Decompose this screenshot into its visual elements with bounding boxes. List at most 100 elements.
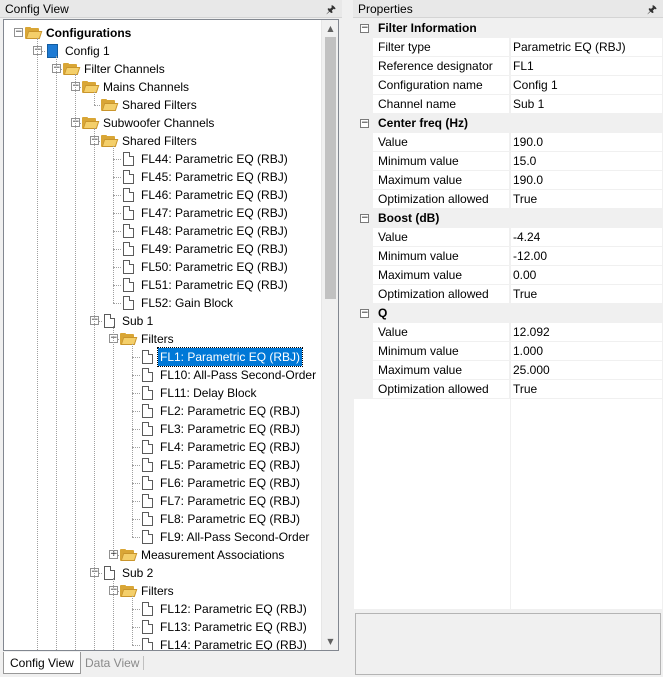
property-value[interactable]: 12.092 [510, 323, 662, 342]
property-row[interactable]: Maximum value 25.000 [354, 361, 662, 380]
tree-node[interactable]: FL49: Parametric EQ (RBJ) [4, 240, 322, 258]
property-row[interactable]: Channel name Sub 1 [354, 95, 662, 114]
tree-node[interactable]: − Filters [4, 330, 322, 348]
tree-node-label[interactable]: FL46: Parametric EQ (RBJ) [139, 186, 290, 204]
collapse-icon[interactable]: − [360, 309, 369, 318]
property-row[interactable]: Maximum value 0.00 [354, 266, 662, 285]
tree-node-label[interactable]: Subwoofer Channels [101, 114, 216, 132]
tree-node-label[interactable]: FL10: All-Pass Second-Order [158, 366, 318, 384]
column-divider[interactable] [510, 19, 511, 609]
property-row[interactable]: Reference designator FL1 [354, 57, 662, 76]
tree-node[interactable]: FL8: Parametric EQ (RBJ) [4, 510, 322, 528]
tree-scrollbar[interactable]: ▲ ▼ [321, 20, 338, 650]
tree-node[interactable]: FL12: Parametric EQ (RBJ) [4, 600, 322, 618]
tree-node-label[interactable]: FL44: Parametric EQ (RBJ) [139, 150, 290, 168]
tree-node-label[interactable]: Sub 2 [120, 564, 155, 582]
property-row[interactable]: Value 12.092 [354, 323, 662, 342]
property-row[interactable]: Value -4.24 [354, 228, 662, 247]
config-tree[interactable]: − Configurations − Config 1− Filter Channels… [3, 19, 339, 651]
tree-node[interactable]: FL48: Parametric EQ (RBJ) [4, 222, 322, 240]
tree-node-label[interactable]: FL47: Parametric EQ (RBJ) [139, 204, 290, 222]
scroll-down-arrow-icon[interactable]: ▼ [322, 633, 338, 650]
tree-node-label[interactable]: FL1: Parametric EQ (RBJ) [156, 347, 304, 367]
tree-node[interactable]: FL14: Parametric EQ (RBJ) [4, 636, 322, 650]
tree-node-label[interactable]: FL45: Parametric EQ (RBJ) [139, 168, 290, 186]
collapse-icon[interactable]: − [360, 24, 369, 33]
scroll-thumb[interactable] [325, 37, 336, 299]
tree-node-label[interactable]: FL50: Parametric EQ (RBJ) [139, 258, 290, 276]
tree-node-label[interactable]: Configurations [44, 24, 133, 42]
tree-node[interactable]: FL45: Parametric EQ (RBJ) [4, 168, 322, 186]
property-row[interactable]: Optimization allowed True [354, 190, 662, 209]
property-value[interactable]: 0.00 [510, 266, 662, 285]
property-value[interactable]: Config 1 [510, 76, 662, 95]
property-row[interactable]: Configuration name Config 1 [354, 76, 662, 95]
tree-node-label[interactable]: Shared Filters [120, 96, 199, 114]
tree-node-label[interactable]: Mains Channels [101, 78, 191, 96]
tree-node[interactable]: − Shared Filters [4, 132, 322, 150]
property-row[interactable]: Optimization allowed True [354, 380, 662, 399]
property-row[interactable]: Minimum value -12.00 [354, 247, 662, 266]
tree-node[interactable]: − Filters [4, 582, 322, 600]
tree-node[interactable]: FL11: Delay Block [4, 384, 322, 402]
tree-node-label[interactable]: Filters [139, 582, 176, 600]
property-category[interactable]: − Q [354, 304, 662, 323]
collapse-icon[interactable]: − [360, 119, 369, 128]
tree-node-label[interactable]: Sub 1 [120, 312, 155, 330]
tree-node-label[interactable]: FL5: Parametric EQ (RBJ) [158, 456, 302, 474]
tree-node[interactable]: FL7: Parametric EQ (RBJ) [4, 492, 322, 510]
property-value[interactable]: FL1 [510, 57, 662, 76]
tree-node[interactable]: − Subwoofer Channels [4, 114, 322, 132]
tree-node-label[interactable]: FL7: Parametric EQ (RBJ) [158, 492, 302, 510]
tree-node[interactable]: FL4: Parametric EQ (RBJ) [4, 438, 322, 456]
tree-node[interactable]: − Config 1 [4, 42, 322, 60]
scroll-up-arrow-icon[interactable]: ▲ [322, 20, 338, 37]
property-row[interactable]: Maximum value 190.0 [354, 171, 662, 190]
tree-node-label[interactable]: FL14: Parametric EQ (RBJ) [158, 636, 309, 650]
tree-node-label[interactable]: Config 1 [63, 42, 112, 60]
tree-node[interactable]: FL46: Parametric EQ (RBJ) [4, 186, 322, 204]
pin-icon[interactable]: 🖈 [647, 1, 657, 20]
property-category[interactable]: − Center freq (Hz) [354, 114, 662, 133]
tree-node[interactable]: FL9: All-Pass Second-Order [4, 528, 322, 546]
property-value[interactable]: True [510, 190, 662, 209]
tree-node[interactable]: FL6: Parametric EQ (RBJ) [4, 474, 322, 492]
property-row[interactable]: Minimum value 15.0 [354, 152, 662, 171]
property-value[interactable]: 25.000 [510, 361, 662, 380]
property-value[interactable]: Parametric EQ (RBJ) [510, 38, 662, 57]
tree-node-label[interactable]: Filters [139, 330, 176, 348]
property-value[interactable]: -12.00 [510, 247, 662, 266]
tree-node-label[interactable]: FL9: All-Pass Second-Order [158, 528, 311, 546]
property-category[interactable]: − Filter Information [354, 19, 662, 38]
tree-node-label[interactable]: FL6: Parametric EQ (RBJ) [158, 474, 302, 492]
property-row[interactable]: Minimum value 1.000 [354, 342, 662, 361]
tree-node-label[interactable]: FL3: Parametric EQ (RBJ) [158, 420, 302, 438]
tree-node-label[interactable]: FL12: Parametric EQ (RBJ) [158, 600, 309, 618]
tab-data-view[interactable]: Data View [79, 652, 145, 674]
tree-node[interactable]: FL5: Parametric EQ (RBJ) [4, 456, 322, 474]
tree-node[interactable]: FL1: Parametric EQ (RBJ) [4, 347, 322, 367]
tree-node-label[interactable]: FL13: Parametric EQ (RBJ) [158, 618, 309, 636]
tree-node-label[interactable]: FL4: Parametric EQ (RBJ) [158, 438, 302, 456]
tree-node-label[interactable]: Shared Filters [120, 132, 199, 150]
tree-node[interactable]: FL10: All-Pass Second-Order [4, 366, 322, 384]
tree-node-label[interactable]: FL48: Parametric EQ (RBJ) [139, 222, 290, 240]
tree-node-label[interactable]: FL8: Parametric EQ (RBJ) [158, 510, 302, 528]
tree-node[interactable]: Shared Filters [4, 96, 322, 114]
tree-node[interactable]: − Sub 1 [4, 312, 322, 330]
tree-node-label[interactable]: FL49: Parametric EQ (RBJ) [139, 240, 290, 258]
property-row[interactable]: Optimization allowed True [354, 285, 662, 304]
property-value[interactable]: 190.0 [510, 171, 662, 190]
property-value[interactable]: 15.0 [510, 152, 662, 171]
collapse-icon[interactable]: − [360, 214, 369, 223]
pin-icon[interactable]: 🖈 [326, 1, 336, 20]
property-value[interactable]: 1.000 [510, 342, 662, 361]
property-grid[interactable]: − Filter Information Filter type Parametric… [354, 19, 662, 609]
tree-node-label[interactable]: Measurement Associations [139, 546, 286, 564]
tree-node[interactable]: FL52: Gain Block [4, 294, 322, 312]
property-row[interactable]: Filter type Parametric EQ (RBJ) [354, 38, 662, 57]
tree-node-label[interactable]: FL2: Parametric EQ (RBJ) [158, 402, 302, 420]
collapse-icon[interactable]: − [14, 28, 23, 37]
property-value[interactable]: True [510, 285, 662, 304]
property-value[interactable]: 190.0 [510, 133, 662, 152]
